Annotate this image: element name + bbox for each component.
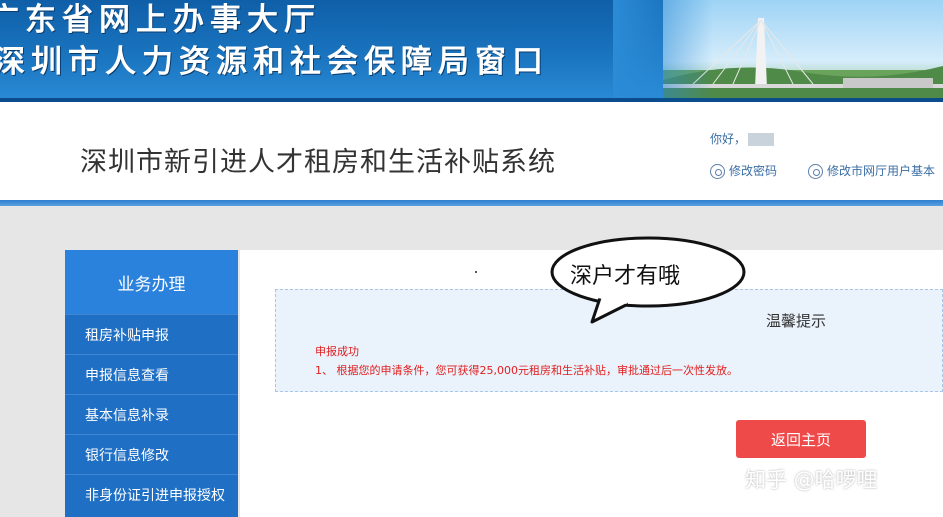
user-greeting: 你好， bbox=[710, 130, 775, 147]
notice-message: 1、 根据您的申请条件，您可获得25,000元租房和生活补贴，审批通过后一次性发… bbox=[315, 364, 738, 377]
notice-status: 申报成功 bbox=[315, 345, 359, 358]
notice-title: 温馨提示 bbox=[766, 312, 827, 330]
gear-icon bbox=[808, 164, 823, 179]
change-password-label: 修改密码 bbox=[729, 164, 778, 178]
speech-bubble-text: 深户才有哦 bbox=[570, 264, 681, 289]
watermark: 知乎 @哈啰哩 bbox=[745, 468, 878, 492]
header-divider bbox=[0, 200, 943, 206]
banner-title-line1: 广东省网上办事大厅 bbox=[0, 2, 321, 38]
edit-profile-label: 修改市网厅用户基本 bbox=[827, 164, 936, 178]
greeting-text: 你好， bbox=[710, 132, 747, 146]
banner-title-line2: 深圳市人力资源和社会保障局窗口 bbox=[0, 44, 549, 80]
username-redacted bbox=[748, 133, 775, 146]
sidebar-item-bank-info[interactable]: 银行信息修改 bbox=[65, 434, 238, 474]
sidebar-menu: 业务办理 租房补贴申报 申报信息查看 基本信息补录 银行信息修改 非身份证引进申… bbox=[65, 250, 238, 517]
system-header: 深圳市新引进人才租房和生活补贴系统 你好， 修改密码 修改市网厅用户基本 bbox=[0, 102, 943, 202]
top-banner: 广东省网上办事大厅 深圳市人力资源和社会保障局窗口 bbox=[0, 0, 943, 102]
system-title: 深圳市新引进人才租房和生活补贴系统 bbox=[80, 147, 556, 178]
gear-icon bbox=[710, 164, 725, 179]
sidebar-item-basic-info[interactable]: 基本信息补录 bbox=[65, 394, 238, 434]
back-home-button[interactable]: 返回主页 bbox=[736, 420, 866, 458]
sidebar-item-non-id-authorization[interactable]: 非身份证引进申报授权 bbox=[65, 474, 238, 514]
edit-profile-link[interactable]: 修改市网厅用户基本 bbox=[808, 162, 935, 179]
change-password-link[interactable]: 修改密码 bbox=[710, 162, 777, 179]
sidebar-item-view-application[interactable]: 申报信息查看 bbox=[65, 354, 238, 394]
sidebar-title: 业务办理 bbox=[65, 250, 238, 314]
sidebar-item-rent-subsidy[interactable]: 租房补贴申报 bbox=[65, 314, 238, 354]
